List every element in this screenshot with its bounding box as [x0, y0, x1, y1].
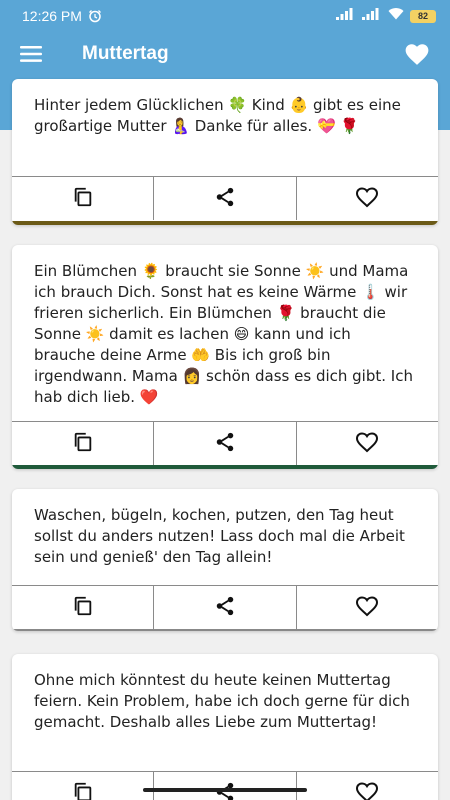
copy-button[interactable] — [12, 177, 155, 220]
battery-indicator: 82 — [410, 9, 436, 23]
copy-button[interactable] — [12, 422, 155, 465]
share-button[interactable] — [154, 422, 297, 465]
heart-outline-icon — [355, 595, 379, 621]
favorite-button[interactable] — [297, 586, 438, 629]
card-actions — [12, 585, 438, 629]
card-actions — [12, 176, 438, 220]
message-card: Ein Blümchen 🌻 braucht sie Sonne ☀️ und … — [12, 245, 438, 469]
copy-icon — [72, 186, 94, 212]
card-actions — [12, 421, 438, 465]
favorite-button[interactable] — [297, 772, 438, 800]
status-bar: 12:26 PM 82 — [0, 0, 450, 32]
copy-button[interactable] — [12, 586, 155, 629]
card-actions — [12, 771, 438, 800]
message-text: Waschen, bügeln, kochen, putzen, den Tag… — [34, 506, 405, 566]
copy-icon — [72, 431, 94, 457]
gesture-navigation-bar[interactable] — [143, 788, 307, 792]
copy-icon — [72, 781, 94, 800]
status-time: 12:26 PM — [22, 8, 82, 24]
heart-outline-icon — [355, 781, 379, 800]
share-button[interactable] — [154, 177, 297, 220]
message-card: Hinter jedem Glücklichen 🍀 Kind 👶 gibt e… — [12, 79, 438, 225]
message-text: Hinter jedem Glücklichen 🍀 Kind 👶 gibt e… — [34, 96, 401, 135]
favorite-button[interactable] — [297, 422, 438, 465]
card-accent-bar — [12, 221, 438, 225]
favorites-heart-icon[interactable] — [404, 42, 430, 66]
card-accent-bar — [12, 465, 438, 469]
alarm-clock-icon — [88, 9, 102, 23]
wifi-icon — [388, 8, 404, 24]
app-bar: Muttertag — [0, 32, 450, 76]
copy-button[interactable] — [12, 772, 155, 800]
heart-outline-icon — [355, 431, 379, 457]
signal-icon-2 — [362, 8, 382, 24]
hamburger-menu-icon[interactable] — [20, 44, 44, 64]
message-card: Ohne mich könntest du heute keinen Mutte… — [12, 654, 438, 800]
message-text: Ohne mich könntest du heute keinen Mutte… — [34, 671, 410, 731]
app-title: Muttertag — [82, 43, 169, 64]
copy-icon — [72, 595, 94, 621]
share-button[interactable] — [154, 586, 297, 629]
heart-outline-icon — [355, 186, 379, 212]
message-text: Ein Blümchen 🌻 braucht sie Sonne ☀️ und … — [34, 262, 413, 406]
favorite-button[interactable] — [297, 177, 438, 220]
message-card: Waschen, bügeln, kochen, putzen, den Tag… — [12, 489, 438, 631]
share-icon — [214, 186, 236, 212]
card-accent-bar — [12, 629, 438, 631]
share-icon — [214, 595, 236, 621]
signal-icon — [336, 8, 356, 24]
share-icon — [214, 431, 236, 457]
share-button[interactable] — [154, 772, 297, 800]
